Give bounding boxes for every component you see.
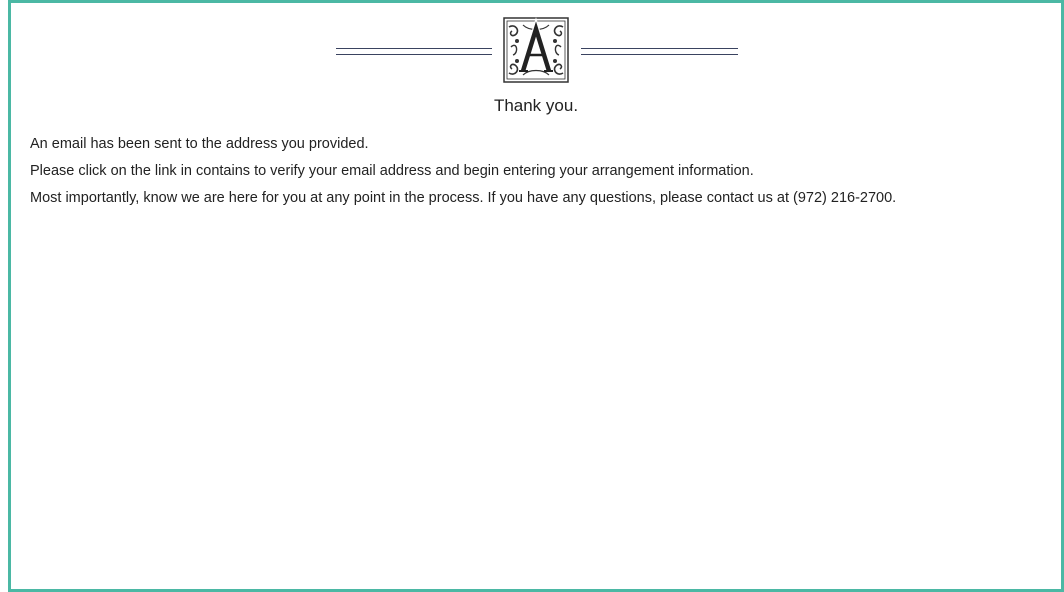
contact-us-message: Most importantly, know we are here for y… <box>30 190 897 206</box>
left-double-rule <box>336 48 492 55</box>
email-sent-message: An email has been sent to the address yo… <box>30 136 369 152</box>
right-double-rule <box>581 48 738 55</box>
monogram-logo <box>503 17 569 83</box>
message-body: An email has been sent to the address yo… <box>30 136 896 217</box>
thank-you-heading: Thank you. <box>493 96 579 115</box>
decorative-header <box>11 17 1061 89</box>
confirmation-panel: Thank you. An email has been sent to the… <box>8 0 1064 592</box>
verify-email-message: Please click on the link in contains to … <box>30 163 754 179</box>
